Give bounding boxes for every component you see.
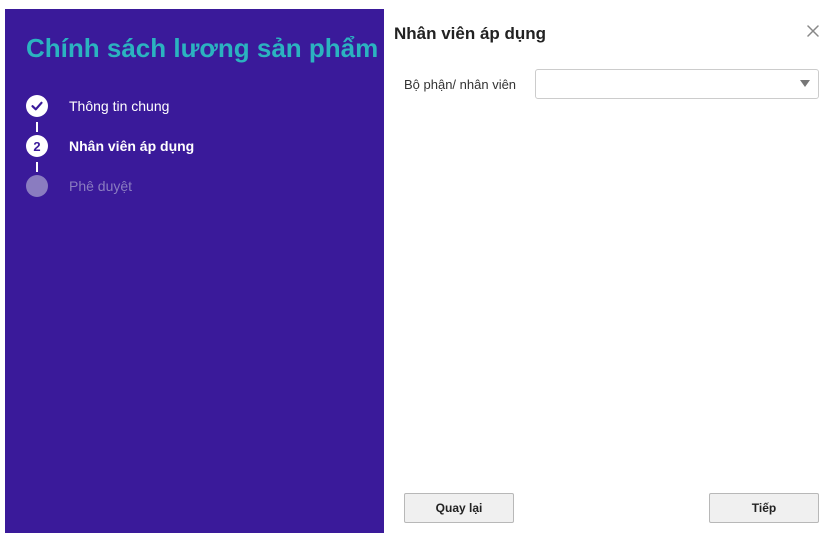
close-icon: [807, 24, 819, 42]
step-connector: [36, 122, 38, 132]
back-button[interactable]: Quay lại: [404, 493, 514, 523]
wizard-sidebar: Chính sách lương sản phẩm Thông tin chun…: [5, 9, 384, 533]
panel-title: Nhân viên áp dụng: [394, 24, 547, 43]
step-nhan-vien-ap-dung[interactable]: 2 Nhân viên áp dụng: [26, 135, 326, 157]
pending-step-circle: [26, 175, 48, 197]
step-connector: [36, 162, 38, 172]
step-label: Thông tin chung: [69, 98, 170, 114]
close-button[interactable]: [802, 22, 824, 44]
step-thong-tin-chung[interactable]: Thông tin chung: [26, 95, 326, 117]
chevron-down-icon: [800, 80, 810, 87]
content-panel: Nhân viên áp dụng Bộ phận/ nhân viên Qua…: [384, 0, 838, 535]
step-label: Nhân viên áp dụng: [69, 138, 195, 154]
department-employee-select[interactable]: [535, 69, 819, 99]
department-employee-label: Bộ phận/ nhân viên: [404, 77, 517, 92]
step-phe-duyet: Phê duyệt: [26, 175, 326, 197]
wizard-dialog: Chính sách lương sản phẩm Thông tin chun…: [0, 0, 838, 535]
step-label: Phê duyệt: [69, 178, 133, 194]
next-button[interactable]: Tiếp: [709, 493, 819, 523]
wizard-title: Chính sách lương sản phẩm: [26, 33, 379, 63]
check-icon: [26, 95, 48, 117]
step-number-badge: 2: [26, 135, 48, 157]
